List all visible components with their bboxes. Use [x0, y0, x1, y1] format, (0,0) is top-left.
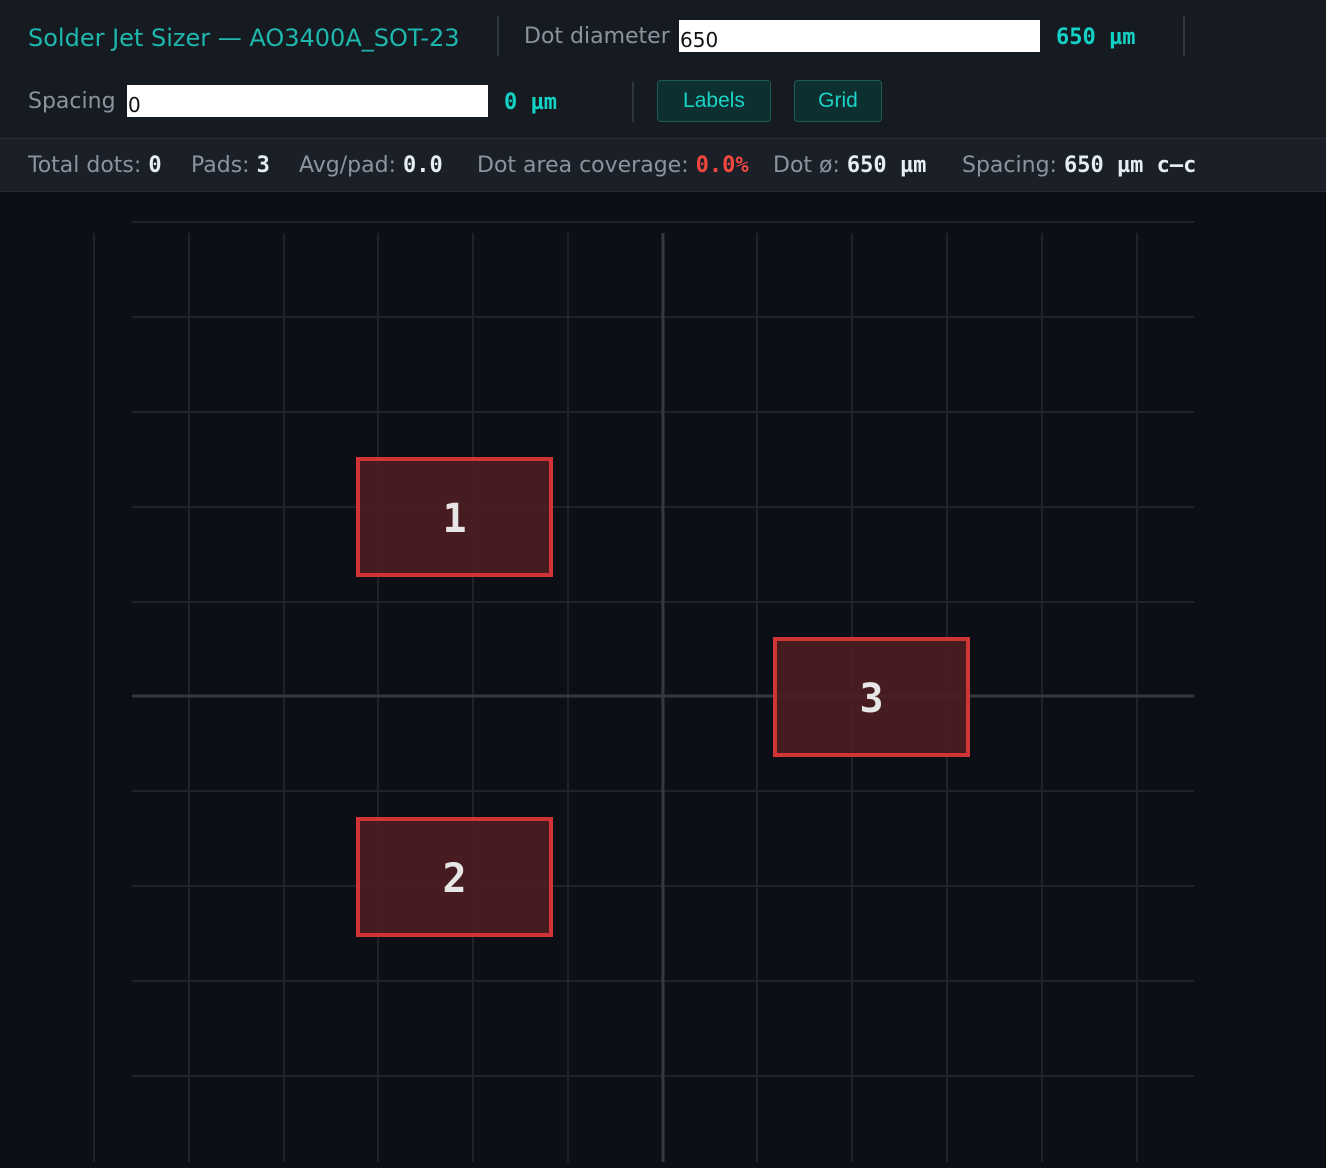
stat-label: Pads:: [191, 153, 250, 178]
stat-value: 0.0: [402, 153, 443, 178]
pad-label: 1: [442, 496, 466, 542]
spacing-readout: 0 µm: [504, 90, 557, 115]
stats-bar: Total dots: 0 Pads: 3 Avg/pad: 0.0 Dot a…: [0, 139, 1326, 192]
pad-label: 3: [859, 676, 883, 722]
toolbar-divider: [1183, 16, 1185, 56]
stat-label: Avg/pad:: [299, 153, 396, 178]
stat-label: Dot area coverage:: [477, 153, 689, 178]
stat-label: Total dots:: [28, 153, 142, 178]
stat-total-dots: Total dots: 0: [28, 153, 162, 178]
pad-canvas[interactable]: 1 2 3: [0, 192, 1326, 1168]
stat-value: 3: [256, 153, 270, 178]
stat-value: 650 µm: [846, 153, 927, 178]
toolbar: Solder Jet Sizer — AO3400A_SOT-23 Dot di…: [0, 0, 1326, 139]
labels-toggle-button[interactable]: Labels: [657, 80, 771, 122]
toolbar-divider: [497, 16, 499, 56]
stat-pads: Pads: 3: [191, 153, 270, 178]
stat-value: 0: [148, 153, 162, 178]
spacing-label: Spacing: [28, 89, 116, 114]
dot-diameter-readout: 650 µm: [1056, 25, 1136, 50]
dot-diameter-input[interactable]: [679, 20, 1040, 52]
stat-spacing: Spacing: 650 µm c–c: [962, 153, 1196, 178]
pad-label: 2: [442, 856, 466, 902]
dot-diameter-label: Dot diameter: [524, 24, 670, 49]
stat-label: Spacing:: [962, 153, 1057, 178]
stat-coverage: Dot area coverage: 0.0%: [477, 153, 749, 178]
app-title: Solder Jet Sizer — AO3400A_SOT-23: [28, 24, 460, 52]
toolbar-divider: [632, 82, 634, 122]
spacing-input[interactable]: [127, 85, 488, 117]
stat-value: 0.0%: [695, 153, 749, 178]
stat-label: Dot ø:: [773, 153, 840, 178]
stat-value: 650 µm c–c: [1063, 153, 1197, 178]
stat-dot-diameter: Dot ø: 650 µm: [773, 153, 926, 178]
stat-avg-per-pad: Avg/pad: 0.0: [299, 153, 443, 178]
grid-toggle-button[interactable]: Grid: [794, 80, 882, 122]
